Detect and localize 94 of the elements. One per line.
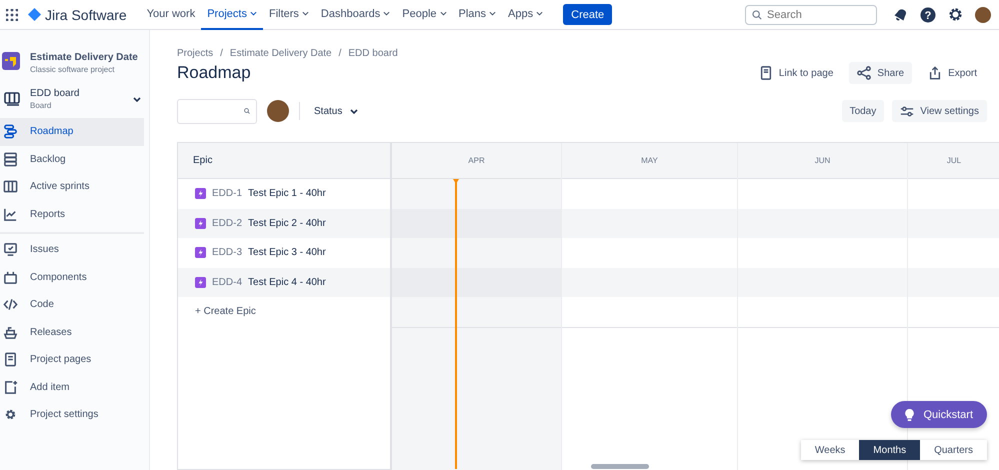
share-icon [857, 66, 872, 80]
header-action-button[interactable]: Share [849, 62, 912, 84]
sidebar-item[interactable]: Project pages [0, 346, 144, 374]
epic-icon [195, 218, 206, 229]
quickstart-button[interactable]: Quickstart [891, 401, 987, 428]
board-icon [4, 92, 20, 106]
sprints-icon [3, 179, 18, 194]
components-icon [3, 270, 18, 285]
create-button[interactable]: Create [563, 4, 612, 25]
pages-icon [3, 352, 18, 368]
roadmap-search-field[interactable] [177, 98, 257, 124]
reports-icon [3, 206, 18, 222]
header-action-button[interactable]: Export [920, 62, 985, 84]
epic-summary[interactable]: Test Epic 2 - 40hr [248, 218, 326, 229]
month-header: JUL [908, 143, 999, 179]
releases-icon [3, 324, 18, 340]
timescale-tab[interactable]: Weeks [800, 440, 860, 460]
breadcrumb-link[interactable]: Estimate Delivery Date [230, 48, 332, 59]
month-header: JUN [738, 143, 907, 179]
chevron-down-icon[interactable] [536, 11, 544, 16]
search-icon [244, 106, 250, 116]
nav-menu-item[interactable]: Projects [201, 0, 263, 30]
app-switcher-icon[interactable] [6, 8, 18, 20]
project-icon [2, 52, 20, 70]
breadcrumb-link[interactable]: EDD board [348, 48, 398, 59]
chevron-down-icon[interactable] [440, 11, 447, 16]
help-icon[interactable]: ? [920, 6, 936, 22]
notification-icon[interactable] [893, 7, 908, 22]
issues-icon [3, 242, 18, 258]
code-icon [3, 297, 18, 312]
sidebar-item[interactable]: Project settings [0, 401, 144, 428]
month-header: MAY [562, 143, 737, 179]
sidebar-item[interactable]: Add item [0, 374, 144, 401]
column-header: Epic [178, 143, 390, 179]
epic-key[interactable]: EDD-1 [212, 188, 242, 200]
product-name[interactable]: Jira Software [45, 6, 127, 22]
chevron-down-icon[interactable] [383, 11, 390, 16]
search-field[interactable]: Search [745, 4, 877, 24]
lightbulb-icon [905, 408, 914, 420]
nav-menu-item[interactable]: Plans [452, 0, 502, 30]
add-icon [3, 380, 18, 395]
sliders-icon [900, 106, 914, 116]
epic-icon [195, 276, 206, 288]
breadcrumb-separator: / [338, 48, 342, 59]
roadmap-icon [3, 124, 18, 140]
sidebar-item[interactable]: Reports [0, 200, 144, 228]
assignee-avatar[interactable] [267, 100, 289, 122]
create-epic-link[interactable]: + Create Epic [195, 306, 256, 318]
sidebar-item[interactable]: Active sprints [0, 173, 144, 200]
breadcrumb-separator: / [220, 48, 223, 59]
user-avatar[interactable] [975, 6, 991, 22]
nav-menu-item[interactable]: Your work [140, 0, 202, 30]
chevron-down-icon[interactable] [250, 11, 257, 16]
today-button[interactable]: Today [842, 100, 884, 122]
epic-summary[interactable]: Test Epic 4 - 40hr [248, 276, 326, 288]
sidebar-item[interactable]: Code [0, 291, 144, 318]
document-icon [758, 66, 773, 80]
project-type: Classic software project [30, 65, 116, 74]
chevron-down-icon [350, 108, 358, 114]
sidebar-item[interactable]: Roadmap [0, 118, 144, 146]
header-action-button[interactable]: Link to page [750, 62, 842, 84]
status-filter[interactable]: Status [310, 106, 362, 116]
settings-icon[interactable] [948, 7, 963, 22]
epic-key[interactable]: EDD-4 [212, 276, 242, 288]
sidebar-item[interactable]: Issues [0, 236, 144, 264]
page-title: Roadmap [177, 63, 251, 83]
scrollbar-thumb[interactable] [591, 464, 649, 469]
sidebar-item[interactable]: Components [0, 264, 144, 291]
board-type: Board [30, 101, 52, 110]
epic-key[interactable]: EDD-2 [212, 218, 242, 229]
epic-icon [195, 247, 206, 258]
chevron-down-icon[interactable] [302, 11, 309, 16]
chevron-down-icon[interactable] [133, 96, 141, 102]
chevron-down-icon[interactable] [489, 11, 496, 16]
nav-menu-item[interactable]: Dashboards [314, 0, 396, 30]
search-icon [752, 10, 762, 20]
board-name[interactable]: EDD board [30, 88, 80, 99]
timescale-tab[interactable]: Months [859, 440, 920, 460]
epic-summary[interactable]: Test Epic 3 - 40hr [248, 247, 326, 258]
project-name: Estimate Delivery Date [30, 52, 138, 63]
breadcrumb-link[interactable]: Projects [177, 48, 214, 59]
timescale-tab[interactable]: Quarters [920, 440, 987, 460]
sidebar-item[interactable]: Backlog [0, 146, 144, 173]
epic-summary[interactable]: Test Epic 1 - 40hr [248, 188, 326, 200]
nav-menu-item[interactable]: People [396, 0, 453, 30]
sidebar-item[interactable]: Releases [0, 318, 144, 346]
diamond-logo-icon [28, 8, 41, 21]
nav-menu-item[interactable]: Filters [262, 0, 315, 30]
backlog-icon [3, 152, 18, 167]
epic-key[interactable]: EDD-3 [212, 247, 242, 258]
nav-menu-item[interactable]: Apps [502, 0, 550, 30]
upload-icon [928, 66, 942, 80]
epic-icon [195, 188, 206, 200]
view-settings-button[interactable]: View settings [892, 100, 987, 122]
